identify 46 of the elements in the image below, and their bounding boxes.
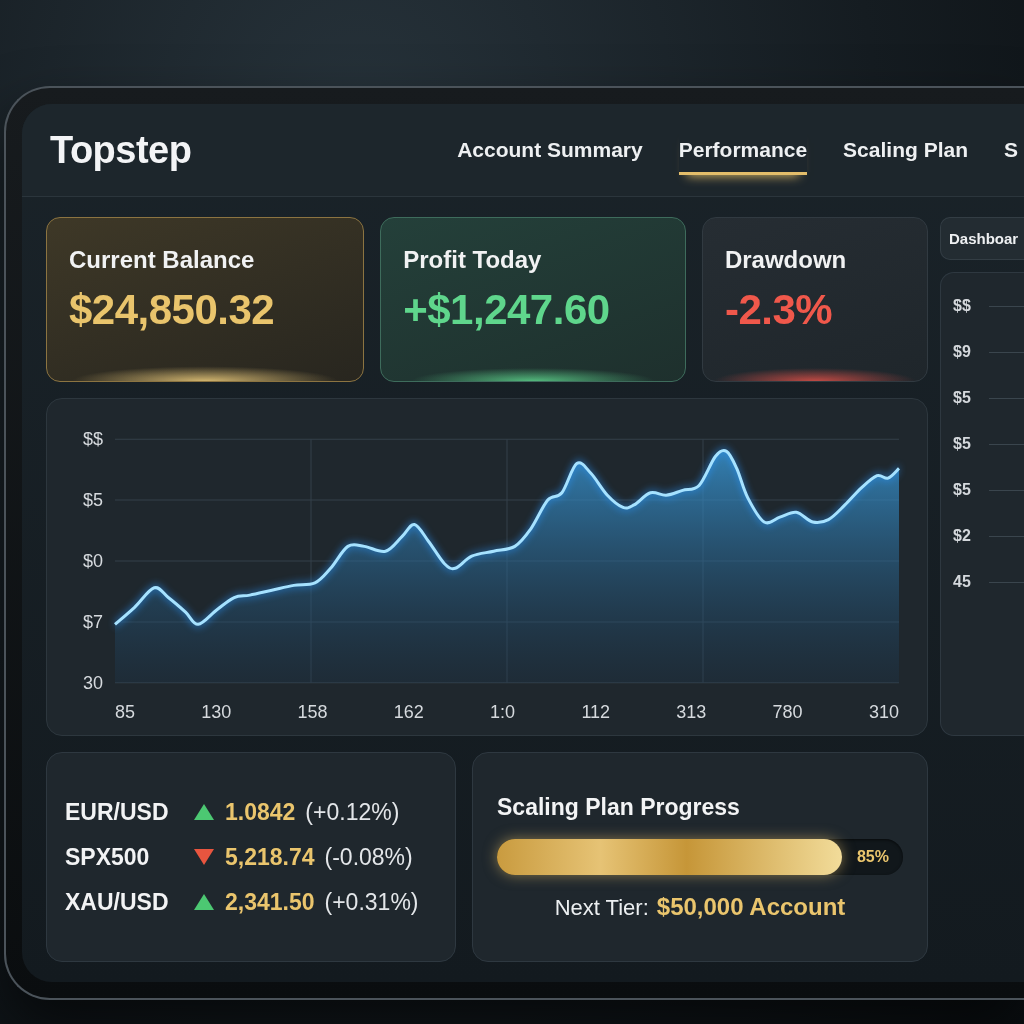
x-axis-label: 112 — [581, 702, 611, 723]
y-axis-label: $5 — [953, 435, 972, 453]
ticker-price: 1.0842 — [225, 798, 296, 826]
progress-reading: 85% — [856, 846, 889, 867]
y-axis-label: 45 — [953, 573, 972, 591]
x-axis-label: 158 — [297, 702, 328, 723]
x-axis-label: 780 — [772, 702, 803, 723]
next-tier-value: $50,000 Account — [656, 892, 846, 921]
ticker-symbol: XAU/USD — [65, 888, 170, 916]
x-axis-label: 1:0 — [490, 702, 516, 723]
ticker-change: (-0.08%) — [324, 843, 413, 871]
stat-value: $24,850.32 — [69, 286, 276, 334]
ticker-price: 2,341.50 — [225, 888, 315, 916]
x-axis-label: 162 — [393, 702, 424, 723]
x-axis-label: 313 — [676, 702, 707, 723]
ticker-symbol: EUR/USD — [65, 798, 170, 826]
y-axis-label: $7 — [81, 612, 103, 632]
y-axis-label: $2 — [953, 527, 972, 545]
stat-value: +$1,247.60 — [403, 286, 611, 334]
stat-label: Profit Today — [403, 246, 543, 274]
y-axis-label: $$ — [81, 429, 103, 449]
nav-tab[interactable]: S — [1004, 125, 1018, 175]
dashboard-tab[interactable]: Dashboar — [940, 217, 1024, 260]
ticker-symbol: SPX500 — [65, 843, 151, 871]
y-axis-label: $0 — [81, 551, 103, 571]
nav-tab[interactable]: Performance — [678, 125, 808, 175]
y-axis-label: $5 — [81, 490, 103, 510]
y-axis-label: $5 — [953, 389, 972, 407]
nav-tab[interactable]: Scaling Plan — [843, 125, 968, 175]
y-axis-label: $$ — [953, 297, 972, 315]
y-axis-label: $9 — [953, 343, 972, 361]
next-tier-label: Next Tier: — [554, 894, 649, 921]
x-axis-label: 310 — [868, 702, 899, 723]
ticker-change: (+0.12%) — [305, 798, 400, 826]
x-axis-label: 130 — [201, 702, 232, 723]
ticker-price: 5,218.74 — [225, 843, 315, 871]
y-axis-label: 30 — [81, 673, 103, 693]
brand-logo: Topstep — [50, 128, 192, 172]
scaling-title: Scaling Plan Progress — [497, 793, 741, 821]
x-axis-label: 85 — [115, 702, 136, 723]
y-axis-label: $5 — [953, 481, 972, 499]
nav-tab[interactable]: Account Summary — [457, 125, 643, 175]
stat-label: Drawdown — [724, 246, 848, 274]
stat-label: Current Balance — [69, 246, 256, 274]
stat-value: -2.3% — [724, 286, 834, 334]
ticker-change: (+0.31%) — [324, 888, 419, 916]
